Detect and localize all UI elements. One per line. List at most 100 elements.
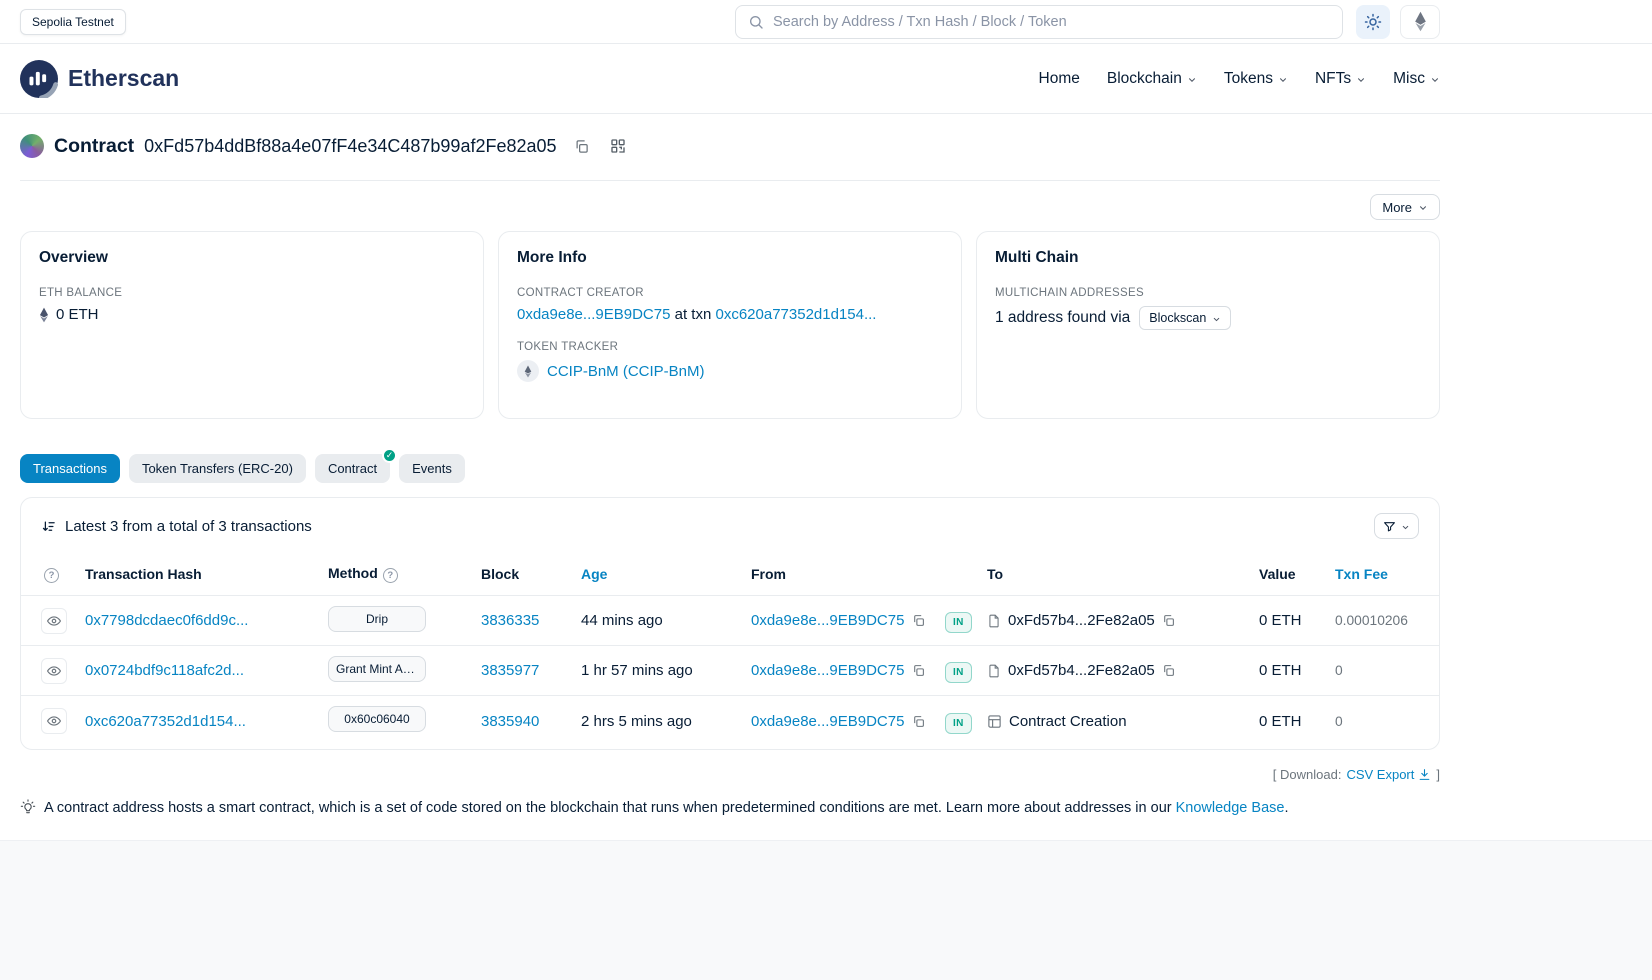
chevron-down-icon xyxy=(1401,523,1410,532)
eye-preview-button[interactable] xyxy=(41,608,67,634)
direction-badge: IN xyxy=(945,713,972,734)
copy-icon[interactable] xyxy=(1162,614,1175,627)
sun-icon xyxy=(1364,13,1382,31)
more-button[interactable]: More xyxy=(1370,194,1440,220)
etherscan-logo[interactable]: Etherscan xyxy=(20,60,179,98)
method-badge[interactable]: Grant Mint An... xyxy=(328,656,426,682)
nav-item-tokens[interactable]: Tokens xyxy=(1224,70,1288,88)
filter-button[interactable] xyxy=(1374,513,1419,539)
qr-code-button[interactable] xyxy=(607,135,629,157)
nav-item-label: NFTs xyxy=(1315,70,1351,88)
download-row: [ Download: CSV Export ] xyxy=(20,767,1440,782)
verified-check-icon: ✓ xyxy=(382,448,397,463)
csv-export-link[interactable]: CSV Export xyxy=(1346,767,1431,782)
tab-label: Contract xyxy=(328,461,377,476)
multichain-found-text: 1 address found via xyxy=(995,309,1130,327)
from-address-link[interactable]: 0xda9e8e...9EB9DC75 xyxy=(751,612,904,629)
column-header-from: From xyxy=(751,566,945,582)
txn-fee-text: 0 xyxy=(1335,714,1343,729)
nav-item-blockchain[interactable]: Blockchain xyxy=(1107,70,1197,88)
block-link[interactable]: 3835940 xyxy=(481,713,539,730)
method-badge[interactable]: Drip xyxy=(328,606,426,632)
contract-note: A contract address hosts a smart contrac… xyxy=(20,798,1440,818)
from-address-link[interactable]: 0xda9e8e...9EB9DC75 xyxy=(751,713,904,730)
contract-address: 0xFd57b4ddBf88a4e07fF4e34C487b99af2Fe82a… xyxy=(144,136,556,157)
ethereum-icon xyxy=(39,307,49,323)
blockscan-dropdown[interactable]: Blockscan xyxy=(1139,306,1231,330)
chevron-down-icon xyxy=(1212,315,1221,324)
nav-item-misc[interactable]: Misc xyxy=(1393,70,1440,88)
chevron-down-icon xyxy=(1356,75,1366,85)
help-icon[interactable]: ? xyxy=(44,568,59,583)
column-header-to: To xyxy=(987,566,1259,582)
column-header-method: Method? xyxy=(328,565,481,583)
knowledge-base-link[interactable]: Knowledge Base xyxy=(1176,800,1285,816)
transactions-summary: Latest 3 from a total of 3 transactions xyxy=(41,518,312,535)
nav-item-label: Misc xyxy=(1393,70,1425,88)
block-link[interactable]: 3835977 xyxy=(481,662,539,679)
column-header-transaction-hash: Transaction Hash xyxy=(85,566,328,582)
overview-card: Overview ETH BALANCE 0 ETH xyxy=(20,231,484,419)
to-address: 0xFd57b4...2Fe82a05 xyxy=(1008,612,1155,629)
copy-icon[interactable] xyxy=(912,664,925,677)
footer-strip xyxy=(0,840,1652,980)
value-text: 0 ETH xyxy=(1259,662,1302,679)
bulb-icon xyxy=(20,798,36,815)
creation-txn-link[interactable]: 0xc620a77352d1d154... xyxy=(715,306,876,323)
direction-badge: IN xyxy=(945,662,972,683)
help-icon[interactable]: ? xyxy=(383,568,398,583)
theme-toggle-button[interactable] xyxy=(1356,5,1390,39)
tab-transactions[interactable]: Transactions xyxy=(20,454,120,483)
token-tracker-label: TOKEN TRACKER xyxy=(517,341,943,353)
nav-item-nfts[interactable]: NFTs xyxy=(1315,70,1366,88)
multichain-card: Multi Chain MULTICHAIN ADDRESSES 1 addre… xyxy=(976,231,1440,419)
nav-item-home[interactable]: Home xyxy=(1039,70,1080,88)
multichain-card-title: Multi Chain xyxy=(995,249,1421,267)
tab-events[interactable]: Events xyxy=(399,454,465,483)
copy-icon[interactable] xyxy=(912,715,925,728)
txn-hash-link[interactable]: 0x0724bdf9c118afc2d... xyxy=(85,662,244,679)
more-info-card-title: More Info xyxy=(517,249,943,267)
table-row: 0xc620a77352d1d154... 0x60c06040 3835940… xyxy=(21,696,1439,746)
search-input[interactable] xyxy=(773,14,1330,30)
copy-icon[interactable] xyxy=(1162,664,1175,677)
column-header-age[interactable]: Age xyxy=(581,566,607,582)
value-text: 0 ETH xyxy=(1259,713,1302,730)
eye-preview-button[interactable] xyxy=(41,658,67,684)
column-header-txn-fee[interactable]: Txn Fee xyxy=(1335,566,1388,582)
age-text: 1 hr 57 mins ago xyxy=(581,662,693,679)
contract-creator-label: CONTRACT CREATOR xyxy=(517,287,943,299)
tab-token-transfers-erc-20[interactable]: Token Transfers (ERC-20) xyxy=(129,454,306,483)
topbar: Sepolia Testnet xyxy=(0,0,1652,44)
from-address-link[interactable]: 0xda9e8e...9EB9DC75 xyxy=(751,662,904,679)
creator-address-link[interactable]: 0xda9e8e...9EB9DC75 xyxy=(517,306,670,323)
multichain-addresses-label: MULTICHAIN ADDRESSES xyxy=(995,287,1421,299)
contract-creation-icon xyxy=(987,714,1002,729)
etherscan-logo-icon xyxy=(20,60,58,98)
network-menu-button[interactable] xyxy=(1400,5,1440,39)
tab-label: Events xyxy=(412,461,452,476)
network-badge[interactable]: Sepolia Testnet xyxy=(20,9,126,35)
nav-item-label: Blockchain xyxy=(1107,70,1182,88)
method-badge[interactable]: 0x60c06040 xyxy=(328,706,426,732)
copy-address-button[interactable] xyxy=(571,135,593,157)
summary-cards: Overview ETH BALANCE 0 ETH More Info CON… xyxy=(20,231,1440,419)
txn-fee-text: 0.00010206 xyxy=(1335,613,1408,628)
note-text: A contract address hosts a smart contrac… xyxy=(44,800,1172,816)
token-tracker-link[interactable]: CCIP-BnM (CCIP-BnM) xyxy=(547,363,705,380)
nav-item-label: Home xyxy=(1039,70,1080,88)
eye-preview-button[interactable] xyxy=(41,708,67,734)
txn-hash-link[interactable]: 0x7798dcdaec0f6dd9c... xyxy=(85,612,248,629)
search-bar[interactable] xyxy=(735,5,1343,39)
chevron-down-icon xyxy=(1187,75,1197,85)
transactions-table-header: ? Transaction Hash Method? Block Age Fro… xyxy=(21,552,1439,596)
ethereum-icon xyxy=(1414,11,1427,32)
txn-hash-link[interactable]: 0xc620a77352d1d154... xyxy=(85,713,246,730)
address-type-label: Contract xyxy=(54,135,134,158)
tab-contract[interactable]: Contract ✓ xyxy=(315,454,390,483)
column-header-block: Block xyxy=(481,566,581,582)
block-link[interactable]: 3836335 xyxy=(481,612,539,629)
chevron-down-icon xyxy=(1430,75,1440,85)
contract-file-icon xyxy=(987,613,1001,629)
copy-icon[interactable] xyxy=(912,614,925,627)
